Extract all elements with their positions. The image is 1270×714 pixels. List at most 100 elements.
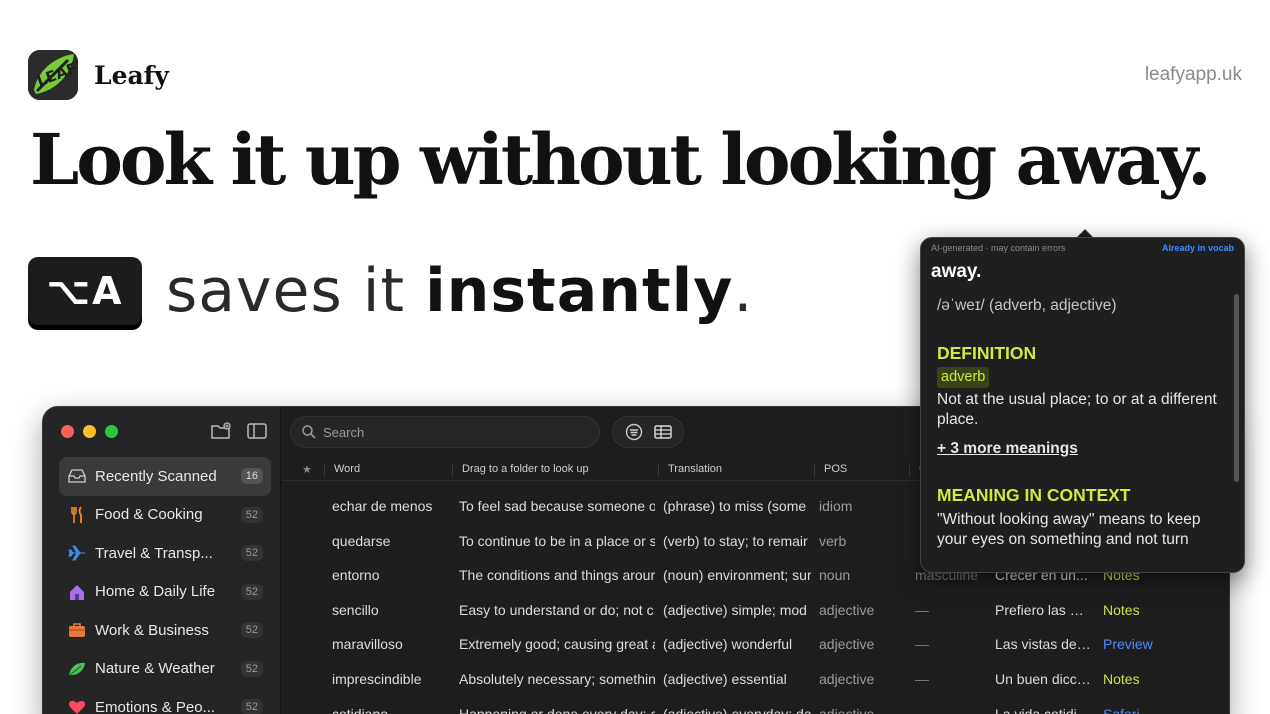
- search-placeholder: Search: [323, 424, 365, 440]
- pronunciation: /əˈweɪ/ (adverb, adjective): [937, 297, 1117, 314]
- pos-cell: adjective: [819, 705, 875, 714]
- word-cell: imprescindible: [332, 670, 422, 687]
- window-controls: [61, 425, 118, 438]
- sidebar-item-label: Home & Daily Life: [95, 583, 216, 601]
- search-field[interactable]: Search: [290, 416, 600, 448]
- sidebar-item-recently-scanned[interactable]: Recently Scanned 16: [59, 457, 271, 496]
- pos-cell: adjective: [819, 636, 875, 653]
- tagline-post: .: [733, 256, 754, 326]
- folder-cell[interactable]: Notes: [1103, 671, 1173, 687]
- gender-cell: —: [915, 705, 929, 714]
- translation-column-header[interactable]: Translation: [668, 463, 722, 475]
- definition-heading: DEFINITION: [937, 342, 1037, 363]
- context-text: "Without looking away" means to keep you…: [937, 510, 1201, 549]
- translation-cell: (adjective) wonderful: [663, 636, 793, 653]
- definition-cell: The conditions and things arour: [459, 567, 655, 584]
- pos-cell: idiom: [819, 498, 853, 514]
- folder-cell[interactable]: Safari: [1103, 706, 1173, 714]
- sidebar-item-travel[interactable]: Travel & Transp... 52: [59, 534, 271, 573]
- pos-tag: adverb: [937, 367, 990, 388]
- tray-icon: [67, 466, 87, 486]
- table-view-icon[interactable]: [653, 422, 673, 442]
- definition-cell: Absolutely necessary; somethin: [459, 670, 655, 687]
- example-cell: Prefiero las ex...: [995, 601, 1091, 618]
- sidebar-item-home[interactable]: Home & Daily Life 52: [59, 573, 271, 612]
- translation-cell: (adjective) essential: [663, 670, 787, 687]
- translation-cell: (verb) to stay; to remair: [663, 532, 808, 549]
- tagline-bold: instantly: [425, 256, 734, 326]
- fork-knife-icon: [67, 505, 87, 525]
- view-toggle: [612, 416, 684, 448]
- sidebar-item-label: Emotions & Peo...: [95, 698, 216, 714]
- column-separator: [909, 463, 910, 477]
- column-separator: [452, 463, 453, 477]
- lookup-popup[interactable]: AI-generated · may contain errors Alread…: [920, 237, 1245, 573]
- list-view-icon[interactable]: [624, 422, 644, 442]
- heart-icon: [67, 697, 87, 714]
- sidebar-item-count: 52: [240, 506, 263, 523]
- gender-cell: —: [915, 601, 929, 618]
- word-cell: quedarse: [332, 532, 391, 549]
- word-cell: cotidiano: [332, 705, 389, 714]
- sidebar: Recently Scanned 16 Food & Cooking 52 Tr…: [43, 407, 281, 714]
- folder-cell[interactable]: Preview: [1103, 636, 1173, 652]
- new-folder-icon[interactable]: [210, 421, 232, 441]
- sidebar-item-label: Food & Cooking: [95, 506, 203, 524]
- example-cell: Las vistas des...: [995, 636, 1091, 653]
- popup-word: away.: [931, 261, 982, 282]
- search-icon: [301, 424, 317, 440]
- close-window-button[interactable]: [61, 425, 74, 438]
- site-url[interactable]: leafyapp.uk: [1145, 64, 1242, 86]
- word-cell: sencillo: [332, 601, 379, 618]
- brand-name: Leafy: [94, 60, 169, 90]
- popup-scrollbar[interactable]: [1234, 294, 1239, 482]
- option-a-keycap: ⌥A: [28, 257, 142, 325]
- table-row[interactable]: imprescindible Absolutely necessary; som…: [282, 662, 1229, 697]
- column-separator: [324, 463, 325, 477]
- leafy-logo[interactable]: LEAFY: [28, 50, 78, 100]
- sidebar-item-nature[interactable]: Nature & Weather 52: [59, 650, 271, 689]
- word-cell: maravilloso: [332, 636, 403, 653]
- vocab-status-link[interactable]: Already in vocab: [1162, 243, 1234, 253]
- table-row[interactable]: sencillo Easy to understand or do; not c…: [282, 593, 1229, 628]
- sidebar-item-label: Travel & Transp...: [95, 544, 213, 562]
- tagline-pre: saves it: [166, 256, 426, 326]
- sidebar-item-count: 52: [240, 583, 263, 600]
- pos-column-header[interactable]: POS: [824, 463, 847, 475]
- airplane-icon: [67, 543, 87, 563]
- sidebar-item-work[interactable]: Work & Business 52: [59, 611, 271, 650]
- minimize-window-button[interactable]: [83, 425, 96, 438]
- ai-disclaimer: AI-generated · may contain errors: [931, 243, 1066, 253]
- table-row[interactable]: cotidiano Happening or done every day; c…: [282, 697, 1229, 714]
- zoom-window-button[interactable]: [105, 425, 118, 438]
- word-column-header[interactable]: Word: [334, 463, 360, 475]
- brand: LEAFY Leafy: [28, 50, 169, 100]
- definition-cell: To feel sad because someone o: [459, 498, 655, 514]
- gender-cell: —: [915, 636, 929, 653]
- tagline: saves it instantly.: [166, 256, 753, 326]
- sidebar-item-emotions[interactable]: Emotions & Peo... 52: [59, 688, 271, 714]
- table-row[interactable]: maravilloso Extremely good; causing grea…: [282, 627, 1229, 662]
- sidebar-list: Recently Scanned 16 Food & Cooking 52 Tr…: [59, 457, 271, 714]
- sidebar-item-count: 52: [240, 545, 263, 562]
- translation-cell: (adjective) simple; mod: [663, 601, 807, 618]
- pos-cell: noun: [819, 567, 851, 584]
- more-meanings-link[interactable]: + 3 more meanings: [937, 439, 1229, 460]
- shortcut-row: ⌥A saves it instantly.: [28, 256, 753, 326]
- definition-cell: Happening or done every day; c: [459, 705, 655, 714]
- translation-cell: (adjective) everyday; da: [663, 705, 811, 714]
- sidebar-item-count: 52: [240, 660, 263, 677]
- definition-cell: To continue to be in a place or s: [459, 532, 655, 549]
- toggle-sidebar-icon[interactable]: [246, 421, 268, 441]
- star-column-header[interactable]: ★: [302, 463, 312, 476]
- example-cell: La vida cotidi...: [995, 705, 1089, 714]
- folder-cell[interactable]: Notes: [1103, 602, 1173, 618]
- sidebar-item-food-cooking[interactable]: Food & Cooking 52: [59, 496, 271, 535]
- popup-body: /əˈweɪ/ (adverb, adjective) DEFINITION a…: [937, 296, 1229, 551]
- definition-column-header[interactable]: Drag to a folder to look up: [462, 463, 589, 475]
- definition-text: Not at the usual place; to or at a diffe…: [937, 390, 1217, 429]
- column-separator: [658, 463, 659, 477]
- column-separator: [814, 463, 815, 477]
- house-icon: [67, 582, 87, 602]
- sidebar-item-label: Nature & Weather: [95, 660, 215, 678]
